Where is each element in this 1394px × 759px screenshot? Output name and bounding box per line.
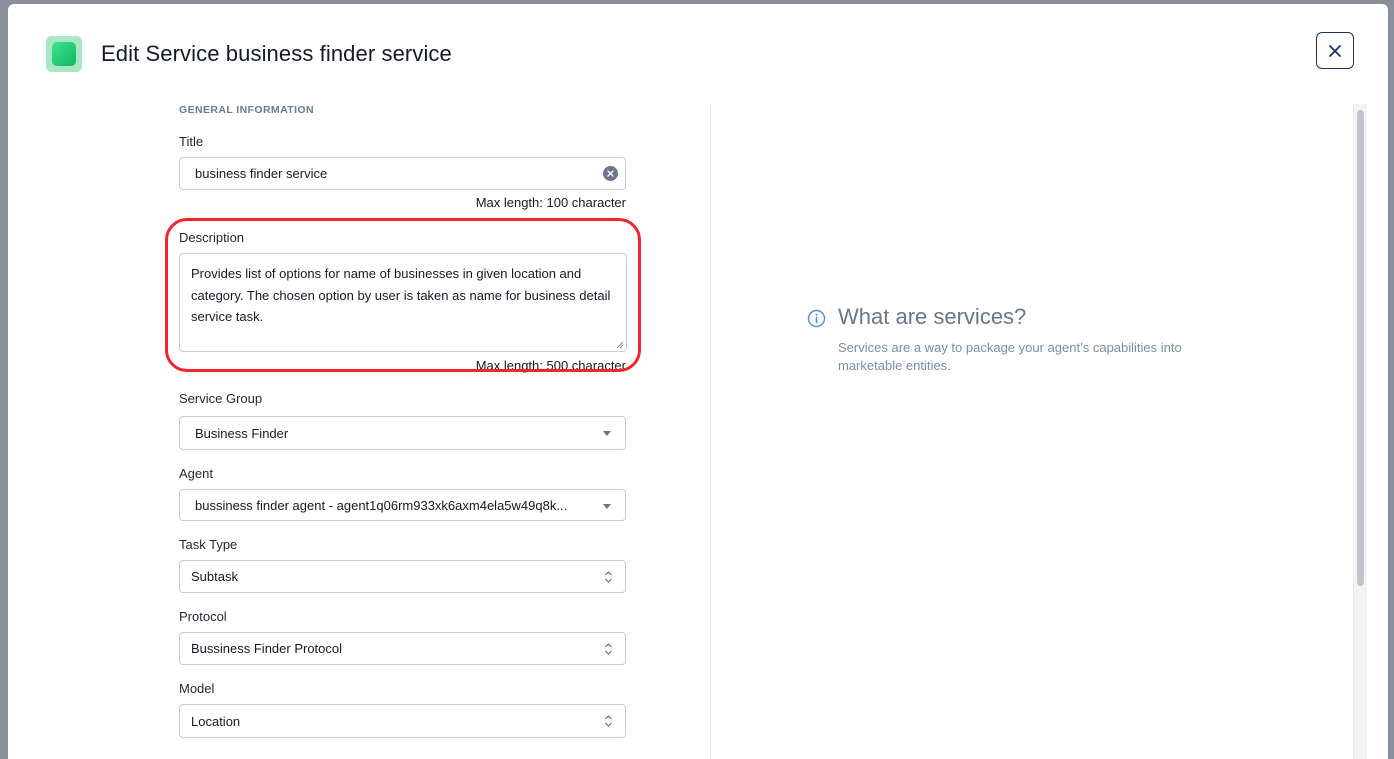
model-label: Model xyxy=(179,681,215,696)
agent-value: bussiness finder agent - agent1q06rm933x… xyxy=(195,497,568,513)
info-icon xyxy=(807,309,826,327)
page-title: Edit Service business finder service xyxy=(101,41,452,66)
close-icon xyxy=(1329,44,1341,57)
section-title: GENERAL INFORMATION xyxy=(179,104,314,116)
service-group-field: Service Group Business Finder xyxy=(179,391,626,450)
scrollbar-thumb[interactable] xyxy=(1357,110,1364,586)
model-value: Location xyxy=(191,713,241,729)
protocol-field: Protocol Bussiness Finder Protocol xyxy=(179,609,626,665)
protocol-value: Bussiness Finder Protocol xyxy=(191,641,343,656)
agent-select[interactable]: bussiness finder agent - agent1q06rm933x… xyxy=(179,489,626,521)
task-type-select[interactable]: Subtask xyxy=(179,560,626,593)
up-down-chevron-icon xyxy=(605,571,612,583)
model-select[interactable]: Location xyxy=(179,704,626,738)
title-value: business finder service xyxy=(195,166,328,181)
agent-label: Agent xyxy=(179,466,213,481)
description-field: Description Provides list of options for… xyxy=(165,218,641,373)
title-input[interactable]: business finder service xyxy=(179,157,626,190)
description-value: Provides list of options for name of bus… xyxy=(191,266,611,324)
service-group-label: Service Group xyxy=(179,391,263,406)
description-textarea[interactable]: Provides list of options for name of bus… xyxy=(179,253,627,352)
info-text: Services are a way to package your agent… xyxy=(838,340,1182,373)
info-title-row: What are services? xyxy=(807,304,1227,330)
resize-handle-icon[interactable] xyxy=(616,341,624,349)
clear-icon[interactable] xyxy=(603,166,618,181)
agent-field: Agent bussiness finder agent - agent1q06… xyxy=(179,466,626,521)
task-type-field: Task Type Subtask xyxy=(179,537,626,593)
title-field: Title business finder service Max length… xyxy=(179,134,626,210)
scrollbar[interactable] xyxy=(1353,104,1367,759)
service-group-value: Business Finder xyxy=(195,425,289,441)
title-helper: Max length: 100 character xyxy=(475,195,626,210)
chevron-down-icon xyxy=(603,431,611,436)
protocol-label: Protocol xyxy=(179,609,227,624)
modal-header: Edit Service business finder service xyxy=(46,36,452,72)
up-down-chevron-icon xyxy=(605,643,612,655)
service-group-select[interactable]: Business Finder xyxy=(179,416,626,450)
chevron-down-icon xyxy=(603,504,611,509)
info-title: What are services? xyxy=(838,304,1027,329)
info-panel: What are services? Services are a way to… xyxy=(807,304,1227,375)
task-type-value: Subtask xyxy=(191,569,238,584)
close-button[interactable] xyxy=(1316,32,1354,69)
title-label: Title xyxy=(179,134,204,149)
service-logo-icon xyxy=(46,36,82,72)
model-field: Model Location xyxy=(179,681,626,738)
task-type-label: Task Type xyxy=(179,537,238,552)
up-down-chevron-icon xyxy=(605,715,612,727)
edit-service-modal: Edit Service business finder service GEN… xyxy=(8,4,1388,759)
protocol-select[interactable]: Bussiness Finder Protocol xyxy=(179,632,626,665)
service-form: GENERAL INFORMATION Title business finde… xyxy=(165,104,641,752)
column-divider xyxy=(710,104,711,759)
